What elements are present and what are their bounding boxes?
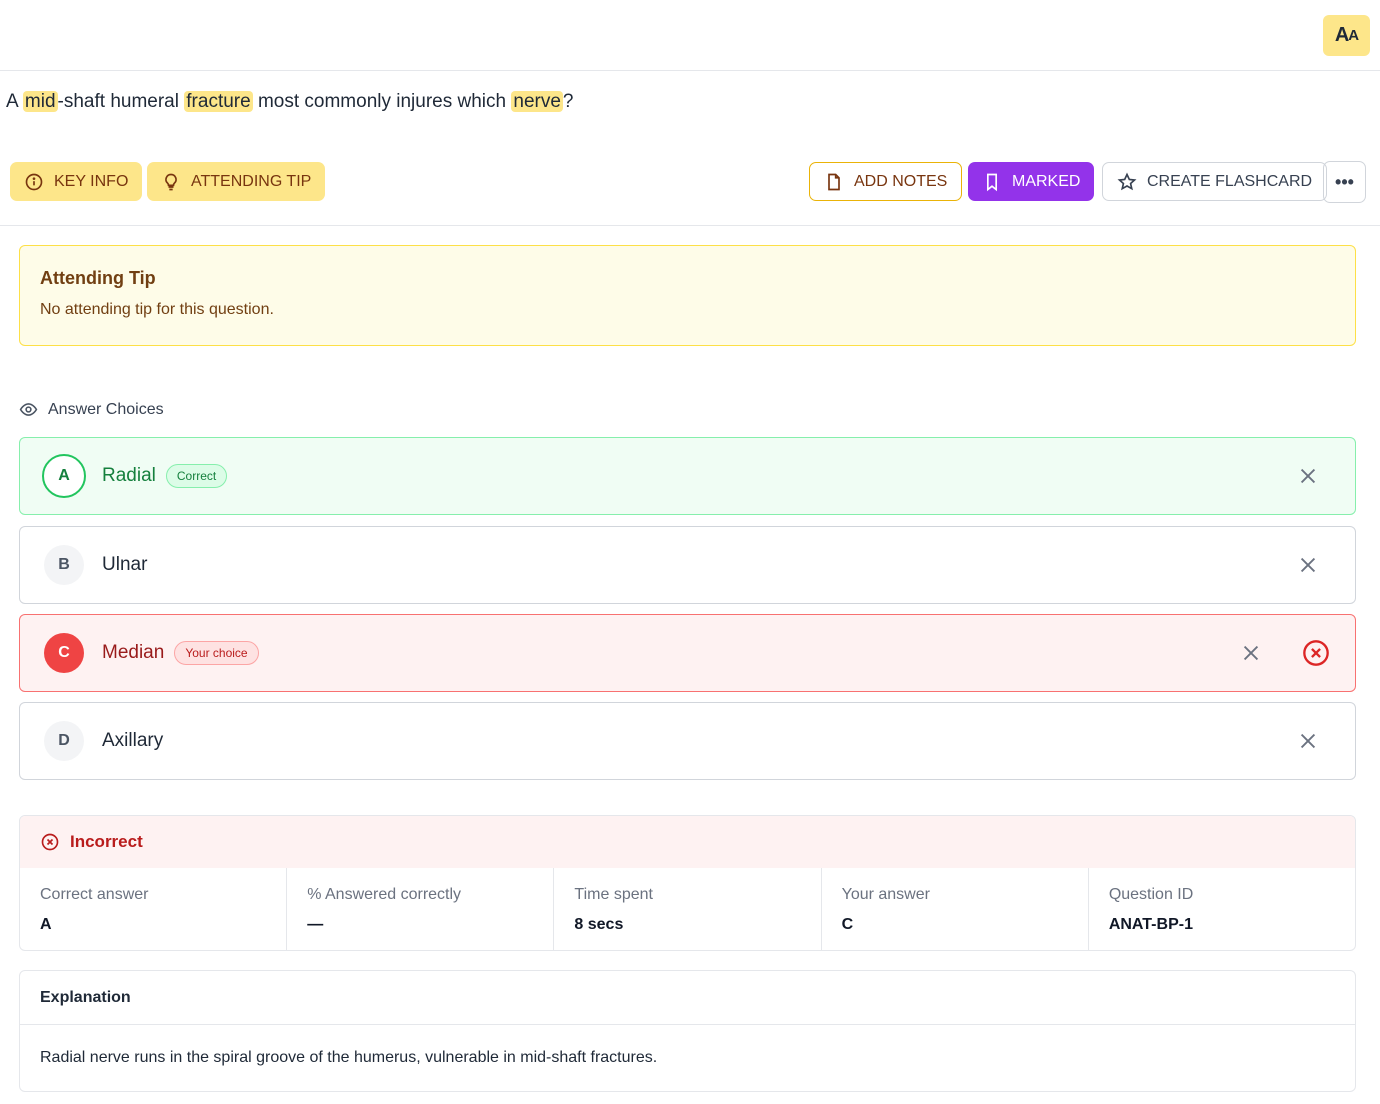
choice-text: Ulnar xyxy=(102,554,148,575)
highlighted-term[interactable]: nerve xyxy=(511,91,563,112)
info-icon xyxy=(25,173,43,190)
top-bar: AA xyxy=(0,0,1380,71)
key-info-button[interactable]: KEY INFO xyxy=(10,162,143,201)
choice-text: Radial xyxy=(102,465,156,486)
stat-value: C xyxy=(841,916,854,933)
result-header: Incorrect xyxy=(20,816,1355,868)
attending-tip-title: Attending Tip xyxy=(40,268,156,288)
explanation-panel: Explanation Radial nerve runs in the spi… xyxy=(19,970,1356,1092)
stat-correct-answer: Correct answer A xyxy=(20,868,288,950)
choice-letter: B xyxy=(44,545,84,585)
strikeout-icon[interactable] xyxy=(1297,465,1319,487)
stat-label: % Answered correctly xyxy=(307,886,462,903)
choice-content: Median Your choice xyxy=(102,641,259,665)
key-info-label: KEY INFO xyxy=(54,172,129,190)
result-panel: Incorrect Correct answer A % Answered co… xyxy=(19,815,1356,951)
attending-tip-button[interactable]: ATTENDING TIP xyxy=(147,162,326,201)
stat-label: Question ID xyxy=(1108,886,1194,903)
strikeout-icon[interactable] xyxy=(1240,642,1262,664)
font-toggle-small: A xyxy=(1348,27,1359,44)
add-notes-label: ADD NOTES xyxy=(854,172,948,190)
explanation-text: Radial nerve runs in the spiral groove o… xyxy=(40,1049,658,1066)
stat-value: — xyxy=(307,916,324,933)
incorrect-circle-icon xyxy=(41,833,59,851)
font-size-toggle-button[interactable]: AA xyxy=(1323,15,1370,56)
eye-icon xyxy=(19,403,38,416)
correct-badge: Correct xyxy=(165,464,228,488)
highlighted-term[interactable]: fracture xyxy=(184,91,253,112)
add-notes-button[interactable]: ADD NOTES xyxy=(809,162,963,201)
answer-choice-c[interactable]: C Median Your choice xyxy=(19,614,1356,692)
more-options-button[interactable]: ••• xyxy=(1323,161,1366,203)
note-icon xyxy=(828,173,840,190)
marked-label: MARKED xyxy=(1012,172,1081,190)
answer-choice-b[interactable]: B Ulnar xyxy=(19,526,1356,604)
result-stats: Correct answer A % Answered correctly — … xyxy=(20,868,1355,950)
stat-label: Time spent xyxy=(574,886,653,903)
star-icon xyxy=(1117,172,1137,190)
create-flashcard-label: CREATE FLASHCARD xyxy=(1147,172,1313,190)
explanation-title: Explanation xyxy=(20,971,1355,1025)
your-choice-badge: Your choice xyxy=(174,641,259,665)
stat-value: A xyxy=(40,916,52,933)
answer-choice-a[interactable]: A Radial Correct xyxy=(19,437,1356,515)
answer-choices-header: Answer Choices xyxy=(19,400,164,419)
question-text: A xyxy=(6,91,23,112)
font-toggle-large: A xyxy=(1334,24,1349,46)
choice-letter: C xyxy=(44,633,84,673)
result-status: Incorrect xyxy=(70,832,143,851)
answer-choices-label: Answer Choices xyxy=(48,400,164,418)
question-text: -shaft humeral xyxy=(57,91,185,112)
attending-tip-label: ATTENDING TIP xyxy=(191,172,312,190)
more-icon: ••• xyxy=(1335,171,1354,192)
stat-value: 8 secs xyxy=(574,916,624,933)
question-text: most commonly injures which xyxy=(252,91,512,112)
choice-text: Axillary xyxy=(102,730,164,751)
highlighted-term[interactable]: mid xyxy=(22,91,58,112)
create-flashcard-button[interactable]: CREATE FLASHCARD xyxy=(1102,162,1328,201)
question-text: ? xyxy=(562,91,574,112)
stat-label: Correct answer xyxy=(40,886,149,903)
bookmark-icon xyxy=(987,173,997,191)
choice-letter: A xyxy=(42,454,86,498)
choice-content: Radial Correct xyxy=(102,464,228,488)
strikeout-icon[interactable] xyxy=(1297,730,1319,752)
choice-text: Median xyxy=(102,642,165,663)
attending-tip-panel: Attending Tip No attending tip for this … xyxy=(19,245,1356,346)
lightbulb-icon xyxy=(165,173,177,190)
stat-percent-correct: % Answered correctly — xyxy=(287,868,555,950)
question-stem: A mid -shaft humeral fracture most common… xyxy=(6,89,574,115)
answer-choice-d[interactable]: D Axillary xyxy=(19,702,1356,780)
marked-button[interactable]: MARKED xyxy=(968,162,1095,201)
stat-label: Your answer xyxy=(841,886,930,903)
choice-letter: D xyxy=(44,721,84,761)
choice-content: Axillary xyxy=(102,730,163,752)
stat-value: ANAT-BP-1 xyxy=(1108,916,1193,933)
question-toolbar: KEY INFO ATTENDING TIP ADD NOTES MARKED … xyxy=(0,161,1380,226)
strikeout-icon[interactable] xyxy=(1297,554,1319,576)
stat-your-answer: Your answer C xyxy=(822,868,1089,950)
attending-tip-text: No attending tip for this question. xyxy=(40,301,274,318)
incorrect-circle-icon xyxy=(1303,640,1329,666)
stat-time-spent: Time spent 8 secs xyxy=(554,868,822,950)
stat-question-id: Question ID ANAT-BP-1 xyxy=(1089,868,1355,950)
choice-content: Ulnar xyxy=(102,554,147,576)
